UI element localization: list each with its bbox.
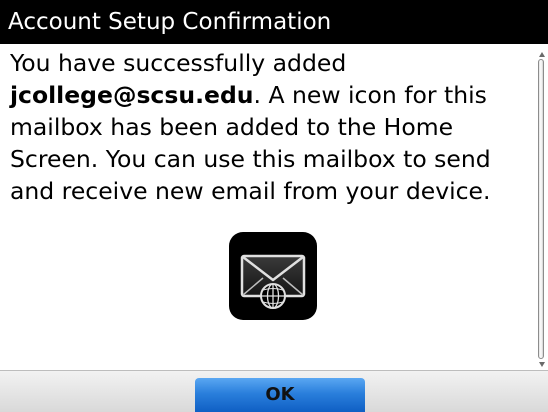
scroll-down-arrow-icon <box>539 362 545 367</box>
scroll-up-arrow-icon <box>539 52 545 57</box>
scrollbar-thumb[interactable] <box>538 59 544 359</box>
account-setup-dialog: Account Setup Confirmation You have succ… <box>0 0 548 412</box>
dialog-title: Account Setup Confirmation <box>0 0 548 44</box>
dialog-content: You have successfully added jcollege@scs… <box>10 44 534 370</box>
dialog-footer: OK <box>0 370 548 412</box>
message-text-before: You have successfully added <box>10 49 347 77</box>
confirmation-message: You have successfully added jcollege@scs… <box>10 44 534 207</box>
email-address: jcollege@scsu.edu <box>10 81 254 109</box>
envelope-globe-graphic <box>240 254 306 309</box>
ok-button[interactable]: OK <box>195 378 365 412</box>
mailbox-globe-icon <box>229 232 317 320</box>
vertical-scrollbar[interactable] <box>537 52 547 370</box>
